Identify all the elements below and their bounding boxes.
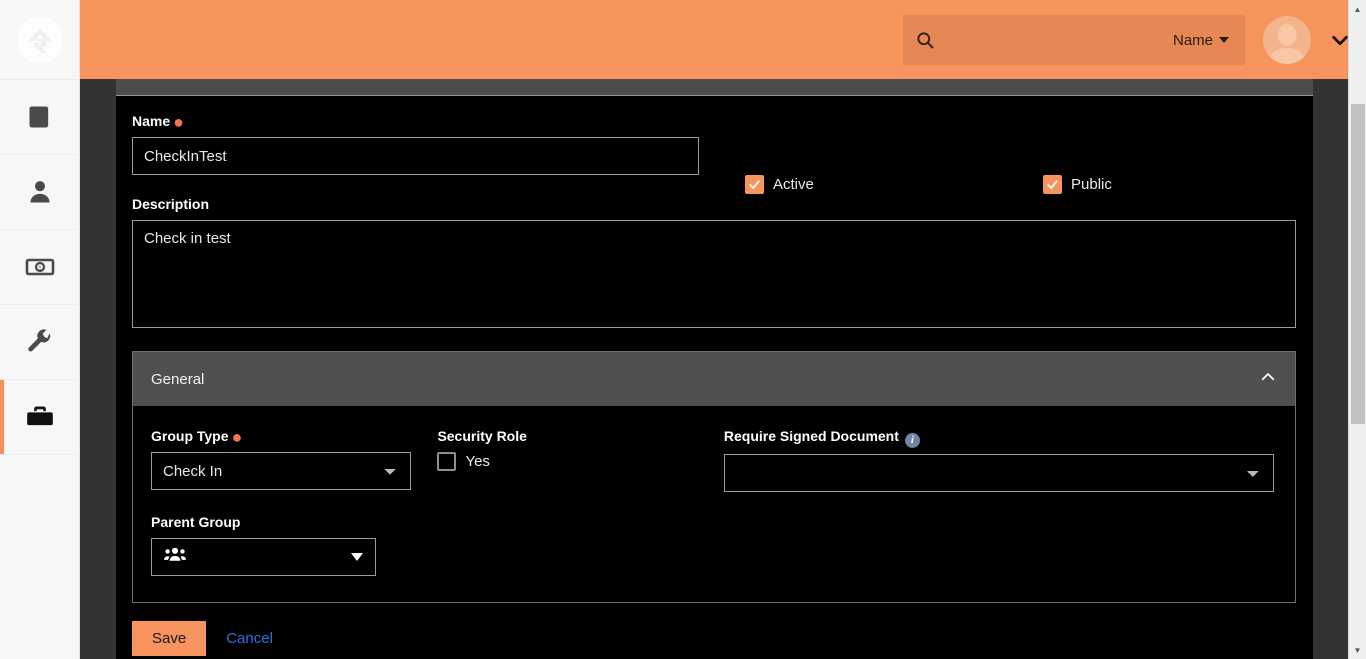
money-icon: 1	[25, 252, 55, 282]
person-icon	[26, 178, 54, 206]
public-checkbox-group[interactable]: Public	[1043, 175, 1112, 194]
avatar[interactable]	[1263, 16, 1311, 64]
info-icon[interactable]: i	[904, 432, 920, 448]
general-fields-grid: Group Type● Check In Security Role Yes	[151, 428, 1277, 492]
security-role-checkbox[interactable]	[437, 452, 457, 471]
search-input[interactable]	[935, 32, 1173, 48]
avatar-body	[1270, 48, 1304, 64]
search-scope-dropdown[interactable]: Name	[1173, 32, 1229, 49]
security-role-checkbox-label: Yes	[465, 453, 490, 470]
sidebar-item-admin-tools[interactable]	[0, 305, 80, 380]
general-section-title: General	[151, 370, 205, 388]
user-menu[interactable]	[1263, 16, 1351, 64]
caret-down-icon	[1219, 37, 1229, 43]
book-icon	[26, 103, 54, 131]
svg-text:1: 1	[38, 265, 42, 272]
logo[interactable]	[0, 0, 80, 80]
required-indicator: ●	[231, 427, 243, 447]
require-signed-document-label: Require Signed Document i	[724, 428, 1277, 448]
caret-down-icon[interactable]	[351, 552, 363, 561]
search-icon	[915, 30, 935, 50]
wrench-icon	[26, 328, 54, 356]
name-label: Name ●	[132, 112, 185, 132]
form-actions: Save Cancel	[132, 620, 1297, 656]
sidebar: 1	[0, 0, 80, 659]
sidebar-item-content[interactable]	[0, 80, 80, 155]
require-signed-document-column: Require Signed Document i	[723, 428, 1277, 492]
parent-group-picker[interactable]	[151, 537, 376, 576]
require-signed-document-select[interactable]	[723, 453, 1274, 492]
parent-group-label: Parent Group	[151, 513, 241, 530]
description-label: Description	[132, 196, 210, 212]
top-header-bar: Name	[80, 0, 1348, 79]
active-checkbox[interactable]	[745, 175, 764, 194]
active-checkbox-group[interactable]: Active	[745, 175, 814, 194]
avatar-head	[1277, 24, 1297, 46]
scrollbar-thumb[interactable]	[1351, 104, 1365, 424]
public-label: Public	[1071, 176, 1112, 193]
group-type-column: Group Type ● Check In	[151, 428, 437, 492]
app-root: 1 Name Name ● CheckInTest Active Public …	[0, 0, 1366, 659]
security-role-checkbox-group[interactable]: Yes	[437, 452, 723, 471]
chevron-up-icon[interactable]	[1259, 368, 1277, 391]
scroll-down-arrow[interactable]: ▼	[1349, 641, 1366, 659]
description-textarea[interactable]	[132, 220, 1296, 328]
search-scope-label: Name	[1172, 31, 1213, 49]
required-indicator: ●	[173, 112, 185, 132]
sidebar-item-people[interactable]	[0, 155, 80, 230]
panel-body: Name● Active	[116, 96, 1313, 656]
group-detail-panel: Name● Active	[116, 79, 1313, 659]
cancel-button[interactable]: Cancel	[218, 621, 281, 656]
global-search[interactable]: Name	[903, 15, 1245, 65]
parent-group-row: Parent Group	[151, 514, 1277, 576]
sidebar-item-finance[interactable]: 1	[0, 230, 80, 305]
security-role-label: Security Role	[437, 428, 527, 444]
rock-logo	[17, 16, 63, 63]
group-type-label: Group Type ●	[151, 427, 243, 447]
general-section: General Group Type ● Check In Security R…	[132, 351, 1296, 603]
group-people-icon	[164, 546, 186, 567]
browser-scrollbar[interactable]: ▲ ▼	[1348, 0, 1366, 659]
save-button[interactable]: Save	[132, 620, 207, 656]
general-section-body: Group Type● Check In Security Role Yes	[133, 406, 1295, 602]
panel-heading-strip	[116, 79, 1313, 96]
group-type-select[interactable]: Check In	[151, 452, 411, 490]
general-section-header[interactable]: General	[133, 352, 1295, 406]
name-input[interactable]	[132, 137, 699, 175]
security-role-column: Security Role Yes	[437, 428, 723, 492]
toolbox-icon	[26, 403, 54, 431]
public-checkbox[interactable]	[1043, 175, 1062, 194]
active-label: Active	[773, 176, 814, 193]
sidebar-item-tools[interactable]	[0, 380, 80, 455]
scroll-up-arrow[interactable]: ▲	[1349, 0, 1366, 18]
